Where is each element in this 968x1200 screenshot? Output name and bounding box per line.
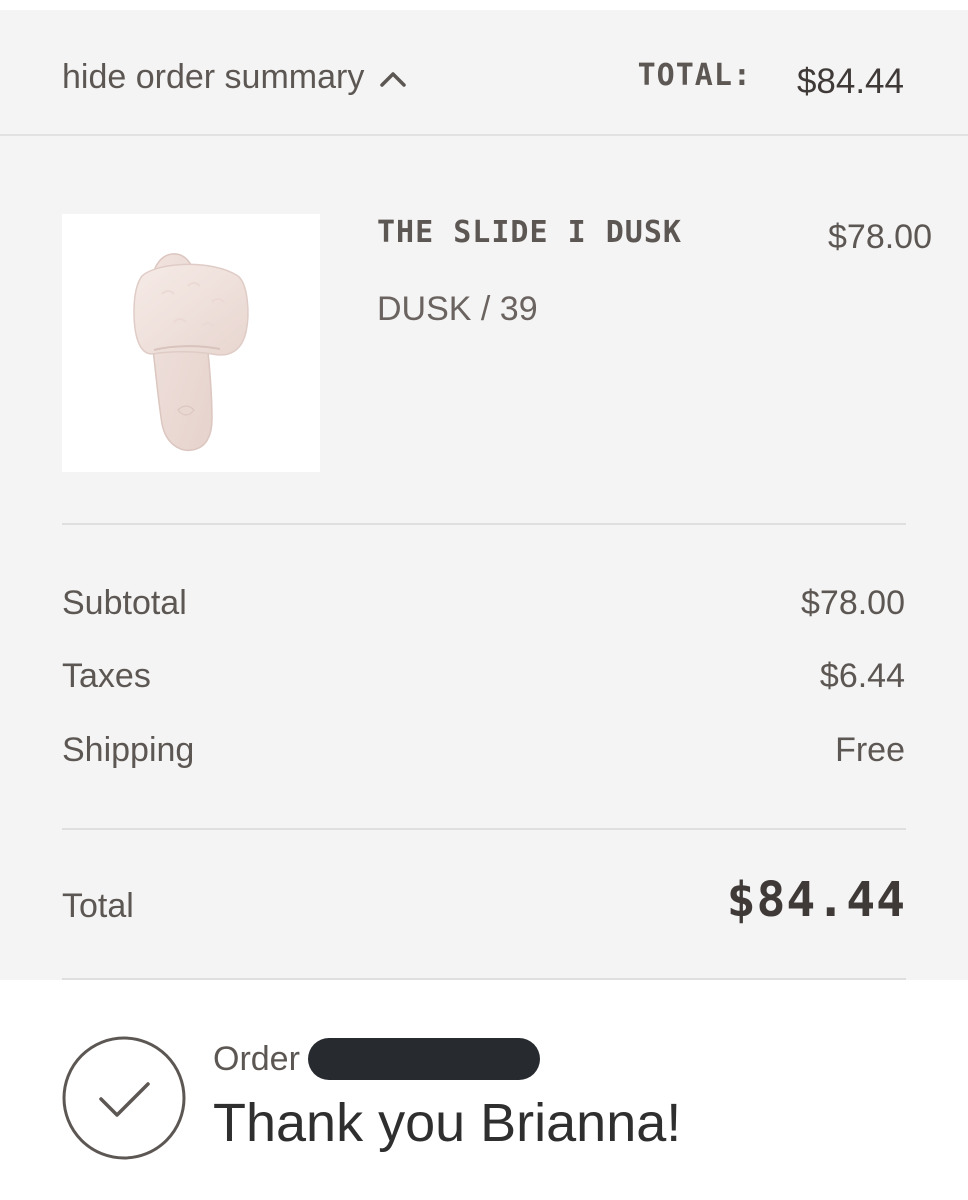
divider: [62, 978, 906, 980]
grand-total-label: Total: [62, 887, 134, 925]
redacted-order-number: [307, 1038, 540, 1080]
hide-order-summary-toggle[interactable]: hide order summary: [62, 58, 410, 97]
slipper-image: [133, 253, 249, 452]
product-variant: DUSK / 39: [377, 290, 538, 328]
order-number-line: Order: [213, 1038, 540, 1080]
order-summary-panel: [0, 10, 968, 980]
thank-you-message: Thank you Brianna!: [213, 1093, 682, 1153]
shipping-label: Shipping: [62, 731, 195, 769]
divider: [62, 828, 906, 830]
product-image: [62, 214, 320, 472]
product-price: $78.00: [828, 218, 932, 256]
subtotal-label: Subtotal: [62, 584, 187, 622]
checkmark-circle-icon: [62, 1036, 186, 1160]
toggle-label: hide order summary: [62, 58, 365, 96]
header-total-value: $84.44: [796, 62, 904, 101]
taxes-value: $6.44: [819, 657, 905, 695]
header-total-label: TOTAL:: [637, 58, 752, 93]
subtotal-value: $78.00: [801, 584, 905, 622]
order-summary-header: hide order summary TOTAL: $84.44: [0, 10, 968, 136]
divider: [62, 523, 906, 525]
order-label: Order: [213, 1039, 300, 1078]
top-strip: [0, 0, 968, 10]
product-name: THE SLIDE I DUSK: [377, 215, 682, 250]
shipping-value: Free: [835, 731, 905, 769]
chevron-up-icon: [380, 71, 407, 87]
taxes-label: Taxes: [62, 657, 151, 695]
grand-total-value: $84.44: [726, 872, 906, 928]
